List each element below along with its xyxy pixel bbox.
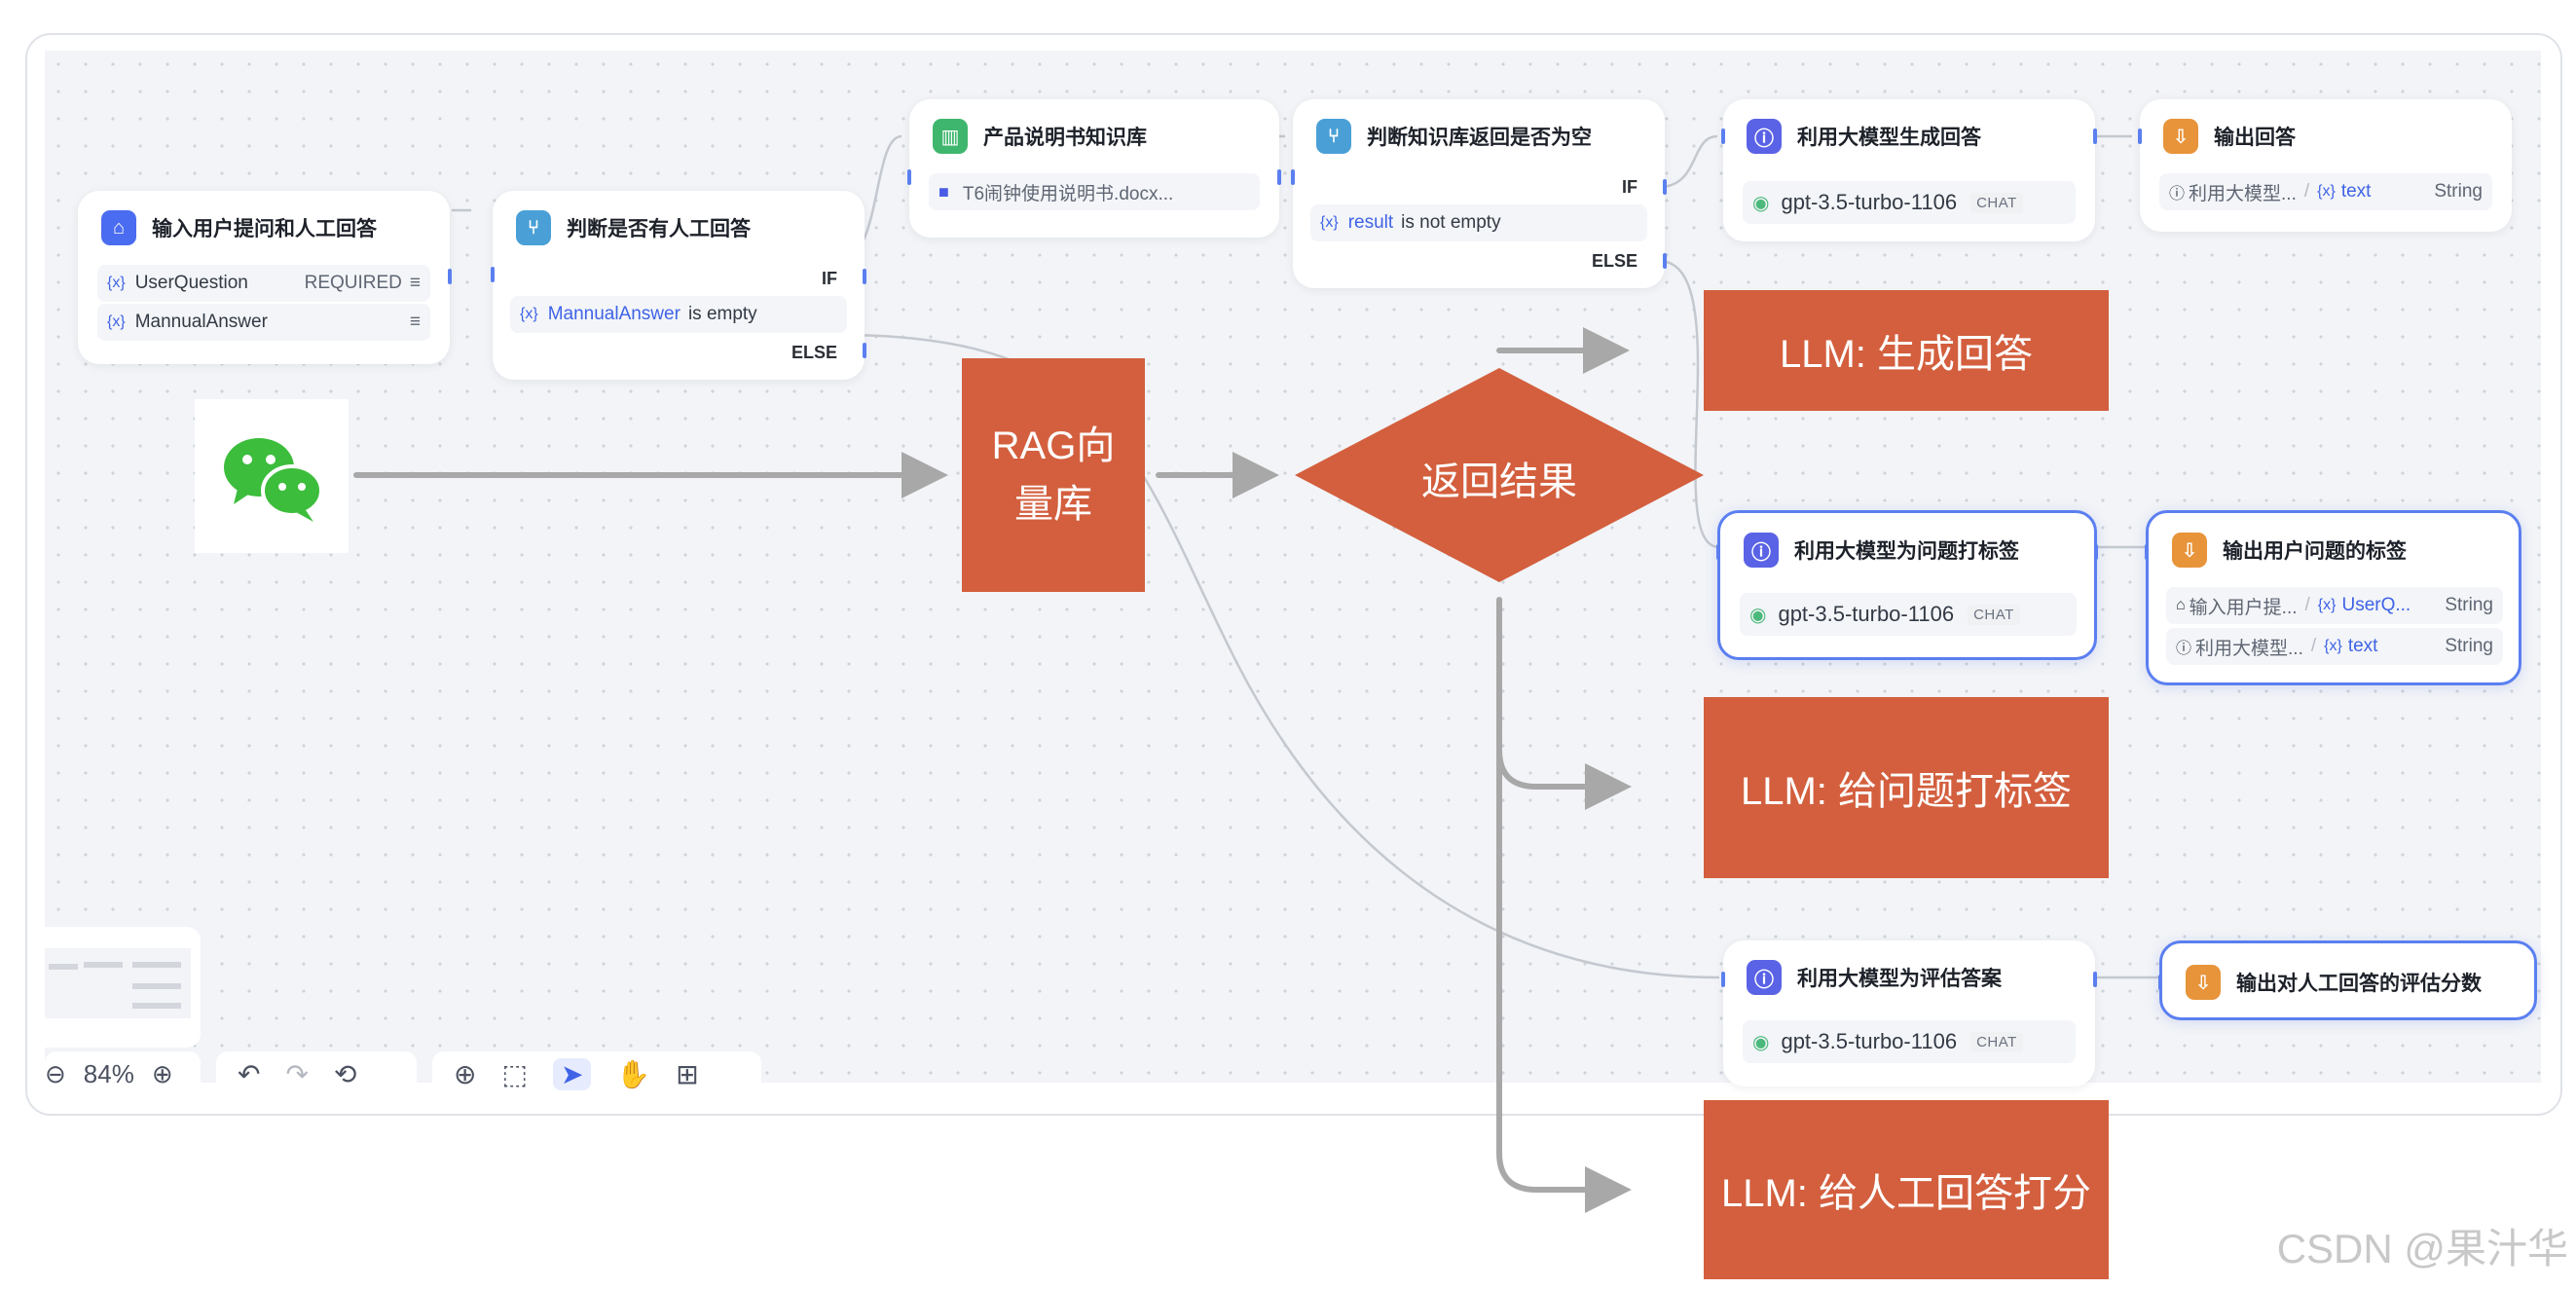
llm-score-box: LLM: 给人工回答打分 [1704,1100,2109,1279]
rag-vector-store-box: RAG向 量库 [962,358,1145,592]
decision-label: 返回结果 [1421,460,1577,503]
llm-generate-box: LLM: 生成回答 [1704,290,2109,411]
watermark: CSDN @果汁华 [2276,1226,2568,1271]
arrow-decision-score [1496,747,1632,1213]
llm-tag-box: LLM: 给问题打标签 [1704,697,2109,878]
annotation-arrows [353,327,1704,1213]
arrow-decision-tag [1496,597,1632,810]
wechat-logo [195,399,349,553]
